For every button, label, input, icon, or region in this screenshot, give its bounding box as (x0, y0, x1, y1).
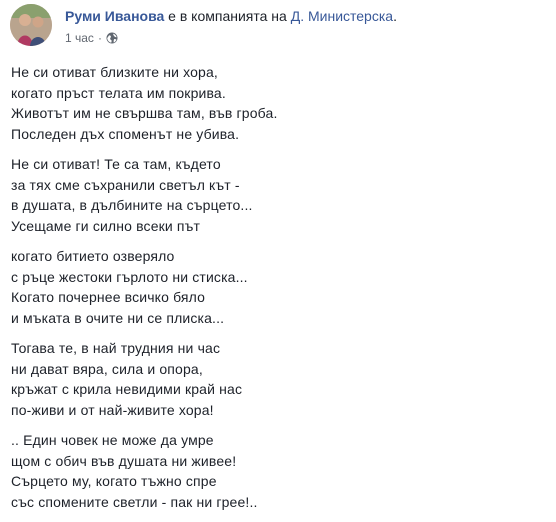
poem-line: по-живи и от най-живите хора! (11, 401, 214, 418)
globe-icon[interactable] (106, 32, 118, 44)
poem-line: и мъката в очите ни се плиска... (11, 309, 225, 326)
poem-line: Усещаме ги силно всеки път (11, 217, 201, 234)
poem-line: Тогава те, в най трудния ни час (11, 340, 221, 356)
poem-line: в душата, в дълбините на сърцето... (11, 197, 253, 213)
poem-line: ни дават вяра, сила и опора, (11, 360, 203, 377)
post-header: Руми Иванова е в компанията на Д. Минист… (10, 4, 550, 50)
avatar-photo (10, 4, 52, 46)
poem-line: Животът им не свършва там, във гроба. (11, 105, 278, 121)
tagged-suffix: . (393, 8, 397, 24)
poem-line: когато битието озверяло (11, 248, 175, 264)
poem-line: Не си отиват! Те са там, където (11, 156, 221, 172)
stanza-4: Тогава те, в най трудния ни час ни дават… (11, 338, 541, 420)
post-text: Не си отиват близките ни хора, когато пр… (11, 62, 541, 522)
post-title-line: Руми Иванова е в компанията на Д. Минист… (65, 8, 397, 24)
poem-line: щом с обич във душата ни живее! (11, 452, 237, 469)
poem-line: с ръце жестоки гърлото ни стиска... (11, 268, 248, 285)
poem-line: Не си отиват близките ни хора, (11, 64, 218, 80)
facebook-post: Руми Иванова е в компанията на Д. Минист… (0, 0, 556, 520)
poem-line: Последен дъх споменът не убива. (11, 125, 240, 142)
post-time[interactable]: 1 час (65, 31, 94, 45)
poem-line: кръжат с крила невидими край нас (11, 381, 243, 397)
stanza-3: когато битието озверяло с ръце жестоки г… (11, 246, 541, 328)
poem-line: когато пръст телата им покрива. (11, 84, 226, 101)
stanza-2: Не си отиват! Те са там, където за тях с… (11, 154, 541, 236)
poem-line: .. Един човек не може да умре (11, 432, 214, 448)
post-meta: 1 час · (65, 31, 118, 45)
author-name[interactable]: Руми Иванова (65, 8, 164, 24)
tagged-person[interactable]: Д. Министерска (291, 8, 393, 24)
meta-separator: · (97, 31, 102, 45)
avatar[interactable] (10, 4, 52, 46)
with-text: е в компанията на (168, 8, 287, 24)
stanza-5: .. Един човек не може да умре щом с обич… (11, 430, 541, 512)
poem-line: със спомените светли - пак ни грее!.. (11, 493, 258, 510)
poem-line: Когато почернее всичко бяло (11, 289, 206, 305)
poem-line: за тях сме съхранили светъл кът - (11, 176, 240, 193)
stanza-1: Не си отиват близките ни хора, когато пр… (11, 62, 541, 144)
poem-line: Сърцето му, когато тъжно спре (11, 473, 217, 489)
